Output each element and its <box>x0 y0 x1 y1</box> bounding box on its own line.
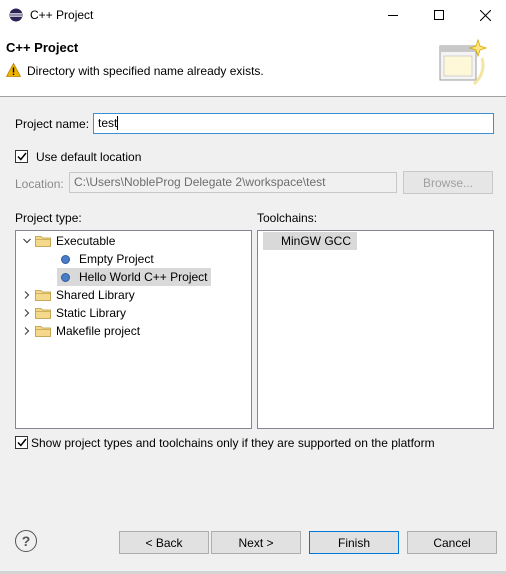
back-button[interactable]: < Back <box>119 531 209 554</box>
project-bullet-icon <box>61 254 70 264</box>
location-input[interactable]: C:\Users\NobleProg Delegate 2\workspace\… <box>69 172 397 193</box>
project-name-input[interactable]: test <box>93 113 494 134</box>
new-project-wizard-icon <box>439 38 488 86</box>
use-default-location-checkbox[interactable] <box>15 150 28 163</box>
project-type-label: Project type: <box>15 211 82 225</box>
warning-icon <box>6 63 21 77</box>
tree-item-label: Makefile project <box>56 324 141 338</box>
toolchain-item-label: MinGW GCC <box>281 234 351 248</box>
tree-item-empty-project[interactable]: Empty Project <box>61 250 154 268</box>
wizard-header: C++ Project Directory with specified nam… <box>0 30 506 97</box>
tree-item-hello-world[interactable]: Hello World C++ Project <box>57 268 211 286</box>
maximize-icon <box>434 10 444 20</box>
tree-item-executable[interactable]: Executable <box>21 232 115 250</box>
minimize-icon <box>388 15 398 16</box>
minimize-button[interactable] <box>370 0 416 30</box>
wizard-title: C++ Project <box>6 40 79 55</box>
toolchain-item-mingw[interactable]: MinGW GCC <box>263 232 357 250</box>
wizard-message: Directory with specified name already ex… <box>27 64 264 78</box>
help-icon[interactable]: ? <box>15 530 37 552</box>
project-bullet-icon <box>61 272 70 282</box>
tree-item-label: Executable <box>56 234 116 248</box>
use-default-location-label: Use default location <box>36 150 142 164</box>
tree-item-label: Hello World C++ Project <box>79 270 208 284</box>
project-type-tree[interactable]: Executable Empty Project Hello World C++… <box>15 230 252 429</box>
project-name-value: test <box>98 116 118 130</box>
checkmark-icon <box>16 438 27 447</box>
chevron-right-icon[interactable] <box>21 307 33 319</box>
location-label: Location: <box>15 177 64 191</box>
eclipse-app-icon <box>9 8 23 22</box>
filter-supported-checkbox[interactable] <box>15 436 28 449</box>
tree-item-makefile-project[interactable]: Makefile project <box>21 322 140 340</box>
maximize-button[interactable] <box>416 0 462 30</box>
close-button[interactable] <box>462 0 506 30</box>
toolchains-label: Toolchains: <box>257 211 318 225</box>
tree-item-label: Empty Project <box>79 252 154 266</box>
tree-item-label: Shared Library <box>56 288 135 302</box>
folder-icon <box>35 236 51 247</box>
folder-icon <box>35 326 51 337</box>
chevron-down-icon[interactable] <box>21 235 33 247</box>
title-bar: C++ Project <box>0 0 506 30</box>
window-title: C++ Project <box>30 8 94 22</box>
location-value: C:\Users\NobleProg Delegate 2\workspace\… <box>74 175 326 189</box>
folder-icon <box>35 290 51 301</box>
browse-button[interactable]: Browse... <box>403 171 493 194</box>
chevron-right-icon[interactable] <box>21 325 33 337</box>
finish-button[interactable]: Finish <box>309 531 399 554</box>
tree-item-shared-library[interactable]: Shared Library <box>21 286 135 304</box>
next-button[interactable]: Next > <box>211 531 301 554</box>
tree-item-static-library[interactable]: Static Library <box>21 304 126 322</box>
close-icon <box>479 9 491 21</box>
cancel-button[interactable]: Cancel <box>407 531 497 554</box>
folder-icon <box>35 308 51 319</box>
project-name-label: Project name: <box>15 117 90 131</box>
chevron-right-icon[interactable] <box>21 289 33 301</box>
tree-item-label: Static Library <box>56 306 127 320</box>
checkmark-icon <box>16 152 27 161</box>
toolchains-list[interactable]: MinGW GCC <box>257 230 494 429</box>
filter-supported-label: Show project types and toolchains only i… <box>31 436 435 450</box>
